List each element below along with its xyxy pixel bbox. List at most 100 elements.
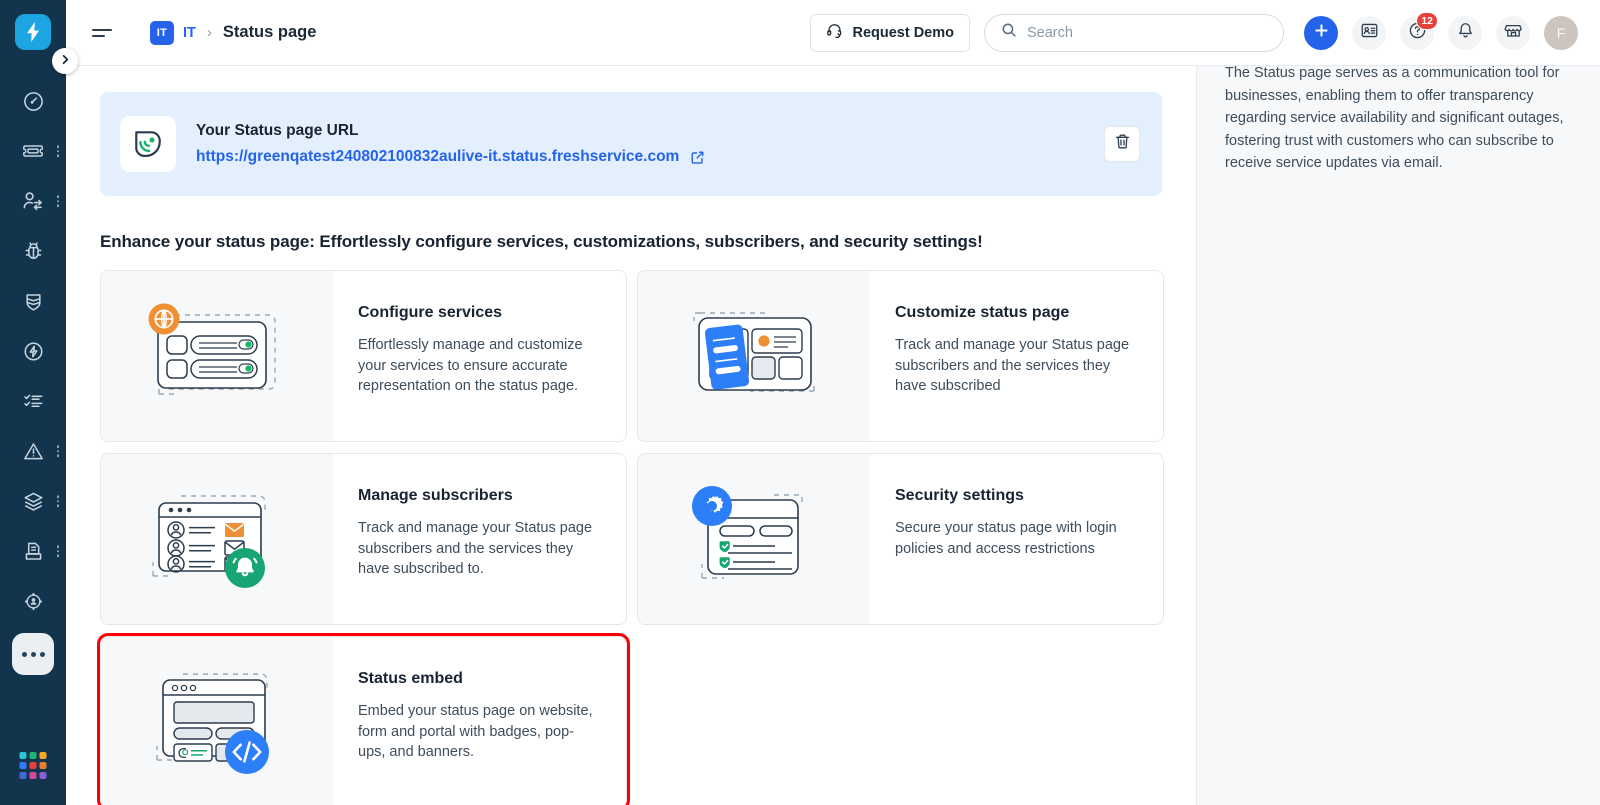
card-description: Track and manage your Status page subscr… [895, 337, 1130, 394]
layers-icon [22, 490, 45, 513]
overflow-dots-requesters[interactable] [56, 195, 59, 207]
card-title: Manage subscribers [358, 487, 513, 504]
app-root: IT IT › Status page Request Demo Search … [0, 0, 1600, 805]
sidebar-item-problems[interactable] [0, 226, 66, 276]
card-status-embed[interactable]: Status embed Embed your status page on w… [97, 633, 630, 805]
info-panel-description: The Status page serves as a communicatio… [1225, 66, 1564, 171]
page-body: Your Status page URL https://greenqatest… [66, 66, 1600, 805]
contact-card-icon [1360, 21, 1379, 45]
card-body: Security settings Secure your status pag… [870, 454, 1163, 624]
ellipsis-icon[interactable] [12, 633, 54, 675]
storefront-icon [1504, 21, 1523, 45]
card-title: Customize status page [895, 304, 1070, 321]
plus-icon [1313, 22, 1330, 44]
breadcrumb-separator: › [206, 24, 212, 41]
overflow-dots-releases[interactable] [56, 545, 59, 557]
card-body: Customize status page Track and manage y… [870, 271, 1163, 441]
breadcrumb-workspace-link[interactable]: IT [183, 25, 196, 41]
card-description: Effortlessly manage and customize your s… [358, 337, 583, 394]
left-nav-rail [0, 0, 78, 805]
card-customize-status-page[interactable]: Customize status page Track and manage y… [637, 270, 1164, 442]
sidebar-item-requesters[interactable] [0, 176, 66, 226]
sidebar-item-assets[interactable] [0, 476, 66, 526]
notifications-button[interactable] [1448, 15, 1482, 50]
card-body: Manage subscribers Track and manage your… [333, 454, 626, 624]
help-button[interactable]: 12 [1400, 11, 1438, 50]
sidebar-item-tasks[interactable] [0, 376, 66, 426]
overflow-dots-assets[interactable] [56, 495, 59, 507]
page-title: Status page [222, 23, 317, 41]
card-body: Status embed Embed your status page on w… [333, 637, 626, 805]
app-switcher-grid-icon[interactable] [19, 752, 47, 779]
info-panel: The Status page serves as a communicatio… [1196, 66, 1600, 805]
layout-customize-illustration [638, 271, 870, 441]
url-texts: Your Status page URL https://greenqatest… [196, 122, 1084, 166]
sidebar-item-more[interactable] [0, 626, 66, 676]
request-demo-button[interactable]: Request Demo [810, 13, 970, 52]
search-icon [1001, 22, 1017, 43]
overflow-dots-tickets[interactable] [56, 145, 59, 157]
sidebar-item-changes[interactable] [0, 276, 66, 326]
card-title: Status embed [358, 670, 463, 687]
sidebar-item-automation[interactable] [0, 326, 66, 376]
add-new-button[interactable] [1304, 15, 1338, 50]
card-security-settings[interactable]: Security settings Secure your status pag… [637, 453, 1164, 625]
bell-icon [1456, 21, 1475, 45]
contacts-button[interactable] [1352, 15, 1386, 50]
request-demo-label: Request Demo [852, 24, 954, 41]
main-region: IT IT › Status page Request Demo Search … [66, 0, 1600, 805]
card-description: Embed your status page on website, form … [358, 703, 593, 760]
sidebar-item-dashboard[interactable] [0, 76, 66, 126]
enhance-heading: Enhance your status page: Effortlessly c… [100, 232, 983, 251]
card-manage-subscribers[interactable]: Manage subscribers Track and manage your… [100, 453, 627, 625]
chevron-right-icon [60, 52, 71, 70]
card-description: Track and manage your Status page subscr… [358, 520, 593, 577]
user-target-icon [22, 590, 45, 613]
card-configure-services[interactable]: Configure services Effortlessly manage a… [100, 270, 627, 442]
sidebar-item-alerts[interactable] [0, 426, 66, 476]
sidebar-item-projects[interactable] [0, 576, 66, 626]
breadcrumb: IT IT › Status page [150, 20, 317, 45]
url-row: https://greenqatest240802100832aulive-it… [196, 148, 1084, 166]
bolt-circle-icon [22, 340, 45, 363]
sidebar-expand-button[interactable] [52, 48, 78, 74]
search-input[interactable] [1027, 24, 1267, 41]
external-link-icon[interactable] [690, 150, 705, 165]
ticket-icon [21, 139, 45, 163]
card-title: Security settings [895, 487, 1024, 504]
url-title: Your Status page URL [196, 122, 359, 139]
feature-card-grid: Configure services Effortlessly manage a… [97, 270, 1164, 805]
status-page-url-banner: Your Status page URL https://greenqatest… [100, 92, 1162, 196]
sidebar-item-releases[interactable] [0, 526, 66, 576]
card-title: Configure services [358, 304, 503, 321]
globe-services-list-illustration [101, 271, 333, 441]
status-page-shield-icon [120, 116, 176, 172]
sidebar-item-tickets[interactable] [0, 126, 66, 176]
hamburger-menu-icon[interactable] [92, 22, 114, 44]
marketplace-button[interactable] [1496, 15, 1530, 50]
top-bar: IT IT › Status page Request Demo Search … [66, 0, 1600, 66]
bug-icon [22, 240, 45, 263]
status-page-url-link[interactable]: https://greenqatest240802100832aulive-it… [196, 148, 679, 166]
gauge-dashboard-icon [22, 90, 45, 113]
workspace-badge[interactable]: IT [150, 20, 174, 45]
delete-status-page-button[interactable] [1104, 126, 1140, 162]
alert-triangle-icon [22, 440, 45, 463]
freshservice-bolt-logo[interactable] [15, 14, 51, 50]
checklist-icon [22, 390, 45, 413]
search-box[interactable] [984, 13, 1284, 52]
overflow-dots-alerts[interactable] [56, 445, 59, 457]
document-tray-icon [22, 540, 45, 563]
headset-icon [826, 22, 843, 43]
help-badge: 12 [1416, 11, 1438, 30]
code-embed-illustration [101, 637, 333, 805]
trash-icon [1114, 133, 1131, 155]
info-panel-inner: The Status page serves as a communicatio… [1225, 66, 1572, 742]
user-switch-icon [21, 189, 45, 213]
gear-security-illustration [638, 454, 870, 624]
shield-stack-icon [22, 290, 45, 313]
card-description: Secure your status page with login polic… [895, 520, 1117, 557]
main-content: Your Status page URL https://greenqatest… [66, 66, 1196, 805]
rail-item-list [0, 76, 66, 676]
avatar[interactable]: F [1544, 15, 1578, 50]
